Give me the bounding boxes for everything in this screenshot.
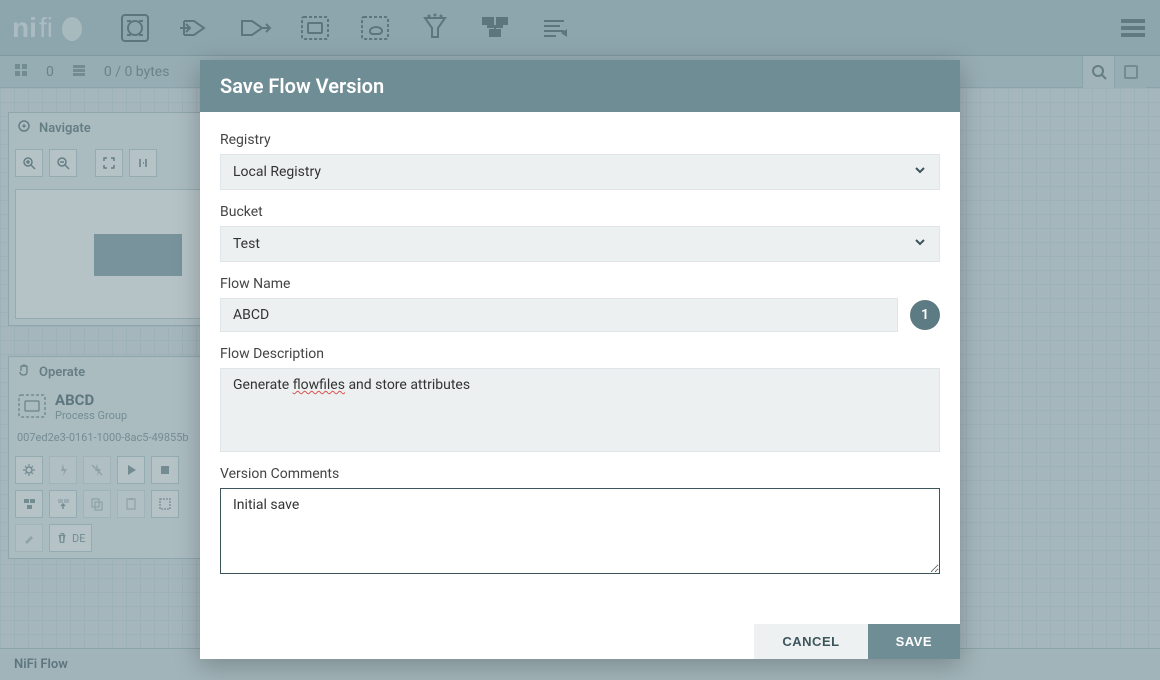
registry-field: Registry Local Registry: [220, 132, 940, 190]
bucket-value: Test: [233, 236, 260, 252]
modal-overlay: Save Flow Version Registry Local Registr…: [0, 0, 1160, 680]
flow-description-field: Flow Description Generate flowfiles and …: [220, 346, 940, 452]
bucket-select[interactable]: Test: [220, 226, 940, 262]
version-comments-field: Version Comments: [220, 466, 940, 578]
flow-description-label: Flow Description: [220, 346, 940, 362]
bucket-label: Bucket: [220, 204, 940, 220]
registry-select[interactable]: Local Registry: [220, 154, 940, 190]
version-comments-label: Version Comments: [220, 466, 940, 482]
flow-name-label: Flow Name: [220, 276, 940, 292]
cancel-button[interactable]: CANCEL: [754, 624, 867, 659]
save-flow-version-dialog: Save Flow Version Registry Local Registr…: [200, 60, 960, 659]
flow-description-input[interactable]: Generate flowfiles and store attributes: [220, 368, 940, 452]
flow-name-field: Flow Name 1: [220, 276, 940, 332]
flow-name-input[interactable]: [220, 298, 898, 332]
version-comments-input[interactable]: [220, 488, 940, 574]
registry-label: Registry: [220, 132, 940, 148]
version-badge: 1: [910, 300, 940, 330]
registry-value: Local Registry: [233, 164, 321, 180]
chevron-down-icon: [913, 235, 927, 253]
bucket-field: Bucket Test: [220, 204, 940, 262]
chevron-down-icon: [913, 163, 927, 181]
save-button[interactable]: SAVE: [868, 624, 960, 659]
dialog-title: Save Flow Version: [200, 60, 960, 112]
